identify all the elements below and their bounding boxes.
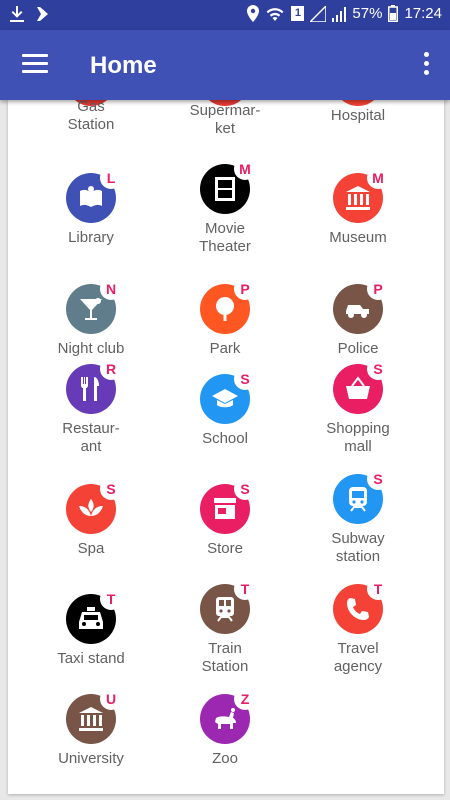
letter-badge: M xyxy=(367,167,389,189)
category-zoo[interactable]: Z Zoo xyxy=(158,688,292,768)
category-university[interactable]: U University xyxy=(24,688,158,768)
category-label: Spa xyxy=(77,540,105,557)
category-label[interactable]: Grocery orSupermar-ket xyxy=(158,100,292,138)
letter-badge: T xyxy=(100,588,122,610)
letter-badge: T xyxy=(234,578,256,600)
letter-badge: S xyxy=(100,478,122,500)
lotus-icon: S xyxy=(66,478,122,534)
letter-badge: N xyxy=(100,278,122,300)
letter-badge: S xyxy=(234,368,256,390)
fork-knife-icon: R xyxy=(66,358,122,414)
category-taxi-stand[interactable]: T Taxi stand xyxy=(24,588,158,668)
download-icon xyxy=(10,6,24,22)
letter-badge: Z xyxy=(234,688,256,710)
category-label: Shopping mall xyxy=(326,420,390,455)
letter-badge: S xyxy=(367,468,389,490)
letter-badge: S xyxy=(367,358,389,380)
letter-badge: T xyxy=(367,578,389,600)
category-label: Subway station xyxy=(331,530,385,565)
train-icon: T xyxy=(200,578,256,634)
museum-icon: M xyxy=(333,167,389,223)
category-shopping-mall[interactable]: S Shopping mall xyxy=(291,358,425,456)
category-label: Travel agency xyxy=(333,640,383,675)
letter-badge: S xyxy=(234,478,256,500)
category-label: Taxi stand xyxy=(57,650,125,667)
category-label: Train Station xyxy=(201,640,249,675)
signal-bars-icon xyxy=(332,6,347,22)
category-subway-station[interactable]: S Subway station xyxy=(291,468,425,566)
category-night-club[interactable]: N Night club xyxy=(24,278,158,358)
category-park[interactable]: P Park xyxy=(158,278,292,358)
letter-badge: L xyxy=(100,167,122,189)
app-bar: Home xyxy=(0,30,450,100)
storefront-icon: S xyxy=(200,478,256,534)
category-museum[interactable]: M Museum xyxy=(291,167,425,247)
battery-percent: 57% xyxy=(352,5,383,22)
letter-badge: U xyxy=(100,688,122,710)
category-label: Police xyxy=(337,340,379,357)
film-icon: M xyxy=(200,158,256,214)
battery-icon xyxy=(388,5,399,22)
basket-icon: S xyxy=(333,358,389,414)
category-label[interactable]: Gas Station xyxy=(24,100,158,134)
cocktail-icon: N xyxy=(66,278,122,334)
app-notification-icon xyxy=(37,7,48,21)
letter-badge: M xyxy=(234,158,256,180)
category-police[interactable]: P Police xyxy=(291,278,425,358)
category-label: Store xyxy=(207,540,243,557)
category-label: University xyxy=(58,750,124,767)
letter-badge: P xyxy=(234,278,256,300)
location-icon xyxy=(247,5,260,22)
phone-icon: T xyxy=(333,578,389,634)
category-label: Movie Theater xyxy=(199,220,251,255)
more-options-icon[interactable] xyxy=(422,52,430,78)
category-label: Night club xyxy=(57,340,125,357)
category-label: Park xyxy=(209,340,241,357)
category-label: Library xyxy=(68,229,114,246)
category-travel-agency[interactable]: T Travel agency xyxy=(291,578,425,676)
menu-icon[interactable] xyxy=(22,54,48,74)
category-movie-theater[interactable]: M Movie Theater xyxy=(158,158,292,256)
letter-badge: P xyxy=(367,278,389,300)
letter-badge: R xyxy=(100,358,122,380)
taxi-icon: T xyxy=(66,588,122,644)
police-car-icon: P xyxy=(333,278,389,334)
category-label: Museum xyxy=(329,229,387,246)
status-bar: 1 57% 17:24 xyxy=(0,0,450,30)
graduation-cap-icon: S xyxy=(200,368,256,424)
tree-icon: P xyxy=(200,278,256,334)
book-icon: L xyxy=(66,167,122,223)
partial-category-icon xyxy=(333,100,383,106)
wifi-icon xyxy=(267,7,284,21)
category-restaur-ant[interactable]: R Restaur- ant xyxy=(24,358,158,456)
sim-badge: 1 xyxy=(291,6,305,21)
category-label: Restaur- ant xyxy=(62,420,120,455)
category-library[interactable]: L Library xyxy=(24,167,158,247)
category-label: School xyxy=(202,430,248,447)
category-label[interactable]: Hospital xyxy=(291,107,425,125)
subway-icon: S xyxy=(333,468,389,524)
category-train-station[interactable]: T Train Station xyxy=(158,578,292,676)
category-label: Zoo xyxy=(212,750,238,767)
university-icon: U xyxy=(66,688,122,744)
category-grid: GasStationGrocery orSupermar-ketHospital… xyxy=(8,100,444,794)
animal-icon: Z xyxy=(200,688,256,744)
category-store[interactable]: S Store xyxy=(158,478,292,558)
category-spa[interactable]: S Spa xyxy=(24,478,158,558)
clock: 17:24 xyxy=(404,5,442,22)
category-school[interactable]: S School xyxy=(158,368,292,448)
signal-icon xyxy=(310,5,327,22)
page-title: Home xyxy=(90,52,157,79)
